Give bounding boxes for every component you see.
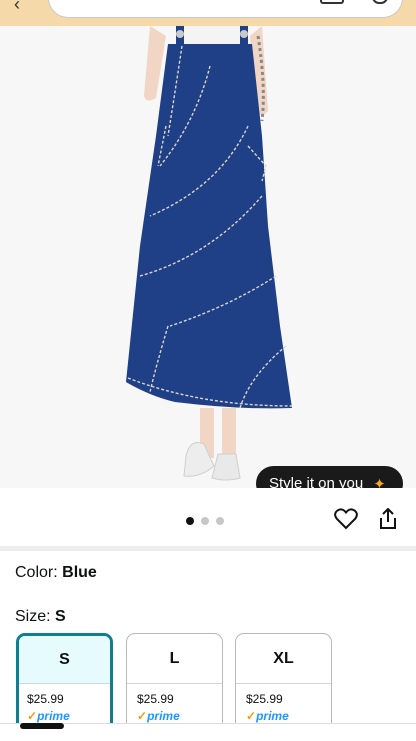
share-icon[interactable] [378, 508, 398, 530]
size-option-label: L [127, 634, 222, 684]
carousel-dot-3[interactable] [216, 517, 224, 525]
camera-icon[interactable] [320, 0, 344, 4]
section-divider [0, 546, 416, 551]
prime-badge: ✓prime [19, 706, 110, 723]
search-input[interactable] [48, 0, 403, 18]
color-label: Color: [15, 564, 58, 581]
size-option-l[interactable]: L $25.99 ✓prime [126, 633, 223, 733]
size-selection: Size: S [15, 608, 66, 626]
style-it-on-you-button[interactable]: Style it on you ✦ [256, 466, 403, 488]
dress-illustration [126, 26, 293, 481]
prime-label: prime [147, 709, 180, 723]
check-icon: ✓ [137, 709, 148, 723]
carousel-dot-1[interactable] [186, 517, 194, 525]
size-option-s[interactable]: S $25.99 ✓prime [16, 633, 113, 733]
size-value: S [55, 608, 66, 625]
carousel-dot-2[interactable] [201, 517, 209, 525]
prime-badge: ✓prime [236, 706, 331, 723]
sparkle-icon: ✦ [373, 475, 386, 489]
style-button-label: Style it on you [269, 475, 364, 488]
carousel-dots [186, 517, 224, 525]
size-option-price: $25.99 [27, 692, 64, 706]
top-search-bar: ‹ [0, 0, 416, 26]
size-option-label: S [19, 636, 110, 684]
check-icon: ✓ [246, 709, 257, 723]
size-label: Size: [15, 608, 51, 625]
color-selection: Color: Blue [15, 564, 97, 582]
prime-label: prime [256, 709, 289, 723]
home-indicator [20, 723, 64, 729]
prime-badge: ✓prime [127, 706, 222, 723]
size-option-xl[interactable]: XL $25.99 ✓prime [235, 633, 332, 733]
color-value: Blue [62, 564, 97, 581]
check-icon: ✓ [27, 709, 38, 723]
image-actions-row [0, 488, 416, 546]
prime-label: prime [37, 709, 70, 723]
size-option-price: $25.99 [137, 692, 174, 706]
size-option-price: $25.99 [246, 692, 283, 706]
back-icon[interactable]: ‹ [14, 0, 20, 15]
heart-icon[interactable] [334, 508, 358, 530]
product-image[interactable]: Style it on you ✦ [0, 26, 416, 488]
size-option-label: XL [236, 634, 331, 684]
